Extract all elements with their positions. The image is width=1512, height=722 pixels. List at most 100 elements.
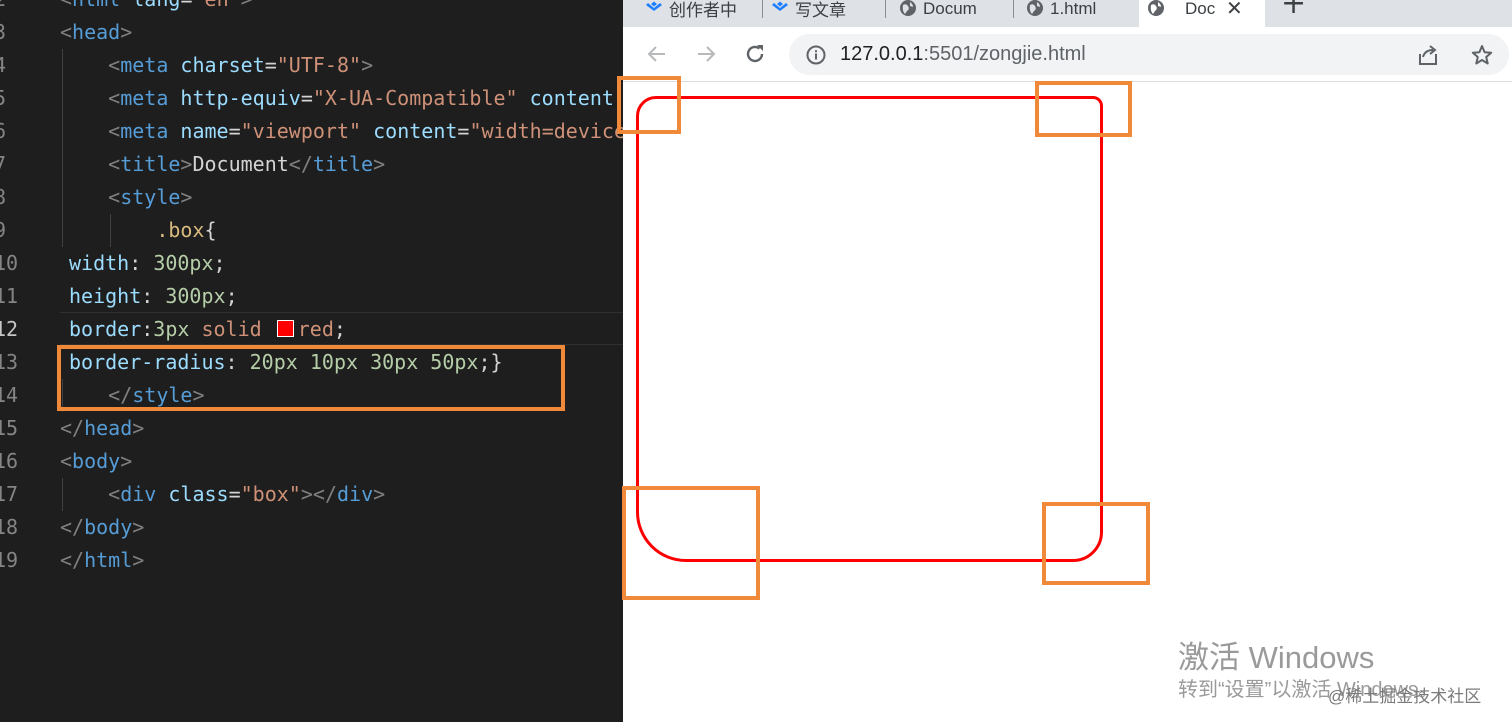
code-line[interactable]: 2 <html lang="en"> — [0, 0, 623, 16]
star-icon[interactable] — [1471, 44, 1493, 66]
tab-separator — [762, 0, 763, 18]
code-line[interactable]: 18 </body> — [0, 511, 623, 544]
code-line[interactable]: 10 width: 300px; — [0, 247, 623, 280]
line-number: 11 — [0, 284, 19, 308]
line-number: 7 — [0, 152, 7, 176]
line-number: 2 — [0, 0, 14, 16]
line-number: 14 — [0, 383, 19, 407]
highlight-code-block — [57, 345, 565, 411]
juejin-icon — [772, 1, 788, 11]
indent-guide — [62, 49, 63, 82]
forward-button[interactable] — [692, 40, 720, 68]
indent-guide — [62, 214, 63, 247]
tab-1-html[interactable]: 1.html — [1024, 0, 1134, 27]
code-line[interactable]: 9 .box{ — [0, 214, 623, 247]
tab-label: Doc — [1185, 0, 1216, 18]
code-line[interactable]: 15 </head> — [0, 412, 623, 445]
indent-guide — [62, 181, 63, 214]
code-line[interactable]: 6 <meta name="viewport" content="width=de… — [0, 115, 623, 148]
highlight-bottom-right — [1042, 502, 1150, 585]
code-line[interactable]: 16 <body> — [0, 445, 623, 478]
code-line[interactable]: 19 </html> — [0, 544, 623, 577]
tab-label: 写文章 — [795, 1, 846, 20]
code-line[interactable]: 3 <head> — [0, 16, 623, 49]
globe-icon — [900, 0, 916, 16]
code-text: border:3px solid red; — [69, 317, 346, 341]
highlight-top-right — [1035, 81, 1132, 137]
line-number: 6 — [0, 119, 7, 143]
tab-write-article[interactable]: 写文章 — [769, 0, 879, 27]
indent-guide — [62, 148, 63, 181]
juejin-icon — [646, 1, 662, 11]
indent-guide — [110, 214, 112, 247]
tab-label: Docum — [923, 0, 977, 18]
code-text: </head> — [60, 416, 145, 440]
tab-separator — [885, 0, 886, 18]
code-line[interactable]: 8 <style> — [0, 181, 623, 214]
line-number: 3 — [0, 20, 7, 44]
code-text: <title>Document</title> — [108, 152, 386, 176]
url-path: :5501/zongjie.html — [923, 43, 1086, 65]
code-line[interactable]: 12 border:3px solid red; — [0, 313, 623, 346]
code-line[interactable]: 11 height: 300px; — [0, 280, 623, 313]
reload-icon — [746, 45, 764, 63]
line-number: 4 — [0, 53, 7, 77]
code-line[interactable]: 5 <meta http-equiv="X-UA-Compatible" cont… — [0, 82, 623, 115]
browser-toolbar: 127.0.0.1:5501/zongjie.html — [623, 27, 1512, 82]
tab-separator — [1013, 0, 1014, 18]
code-text: <meta charset="UTF-8"> — [108, 53, 374, 77]
code-text: <style> — [108, 185, 193, 209]
line-number: 13 — [0, 350, 19, 374]
line-number: 10 — [0, 251, 19, 275]
indent-guide — [62, 82, 63, 115]
tab-active-document[interactable]: Doc — [1139, 0, 1265, 27]
line-number: 8 — [0, 185, 7, 209]
code-text: <html lang="en"> — [60, 0, 253, 16]
tab-document[interactable]: Docum — [897, 0, 1007, 27]
line-number: 19 — [0, 548, 19, 572]
code-text: <body> — [60, 449, 133, 473]
line-number: 9 — [0, 218, 7, 242]
site-credit: @稀土掘金技术社区 — [1328, 687, 1482, 706]
color-swatch[interactable] — [276, 320, 294, 337]
arrow-right-icon — [698, 46, 716, 62]
back-button[interactable] — [643, 40, 671, 68]
tab-label: 1.html — [1050, 0, 1097, 18]
reload-button[interactable] — [741, 40, 769, 68]
code-text: <head> — [60, 20, 133, 44]
tab-creator[interactable]: 创作者中 — [643, 0, 763, 27]
info-icon[interactable] — [806, 45, 826, 65]
code-text: <meta http-equiv="X-UA-Compatible" conte… — [108, 86, 614, 110]
code-text: <meta name="viewport" content="width=dev… — [108, 119, 623, 143]
code-line[interactable]: 7 <title>Document</title> — [0, 148, 623, 181]
code-text: height: 300px; — [69, 284, 238, 308]
tab-label: 创作者中 — [669, 1, 737, 20]
globe-icon — [1148, 0, 1164, 16]
highlight-top-left — [617, 76, 681, 134]
line-number: 17 — [0, 482, 19, 506]
url-host: 127.0.0.1 — [840, 43, 924, 65]
code-line[interactable]: 4 <meta charset="UTF-8"> — [0, 49, 623, 82]
code-text: <div class="box"></div> — [108, 482, 386, 506]
close-tab-icon[interactable]: ✕ — [1226, 0, 1243, 27]
tab-strip: 创作者中 写文章 Docum 1.html Doc ✕ + — [623, 0, 1512, 27]
url-text[interactable]: 127.0.0.1:5501/zongjie.html — [840, 34, 1086, 75]
code-text: width: 300px; — [69, 251, 226, 275]
line-number: 16 — [0, 449, 19, 473]
indent-guide — [62, 115, 63, 148]
share-icon[interactable] — [1416, 44, 1440, 66]
code-text: .box{ — [156, 218, 217, 242]
line-number: 12 — [0, 317, 19, 341]
arrow-left-icon — [647, 46, 665, 62]
indent-guide — [62, 478, 63, 511]
code-line[interactable]: 17 <div class="box"></div> — [0, 478, 623, 511]
line-number: 15 — [0, 416, 19, 440]
line-number: 5 — [0, 86, 7, 110]
activation-watermark-title: 激活 Windows — [1178, 640, 1375, 675]
address-bar[interactable]: 127.0.0.1:5501/zongjie.html — [789, 34, 1509, 75]
globe-icon — [1027, 0, 1043, 16]
new-tab-button[interactable]: + — [1281, 0, 1306, 21]
line-number: 18 — [0, 515, 19, 539]
highlight-bottom-left — [622, 486, 760, 600]
code-text: </body> — [60, 515, 145, 539]
